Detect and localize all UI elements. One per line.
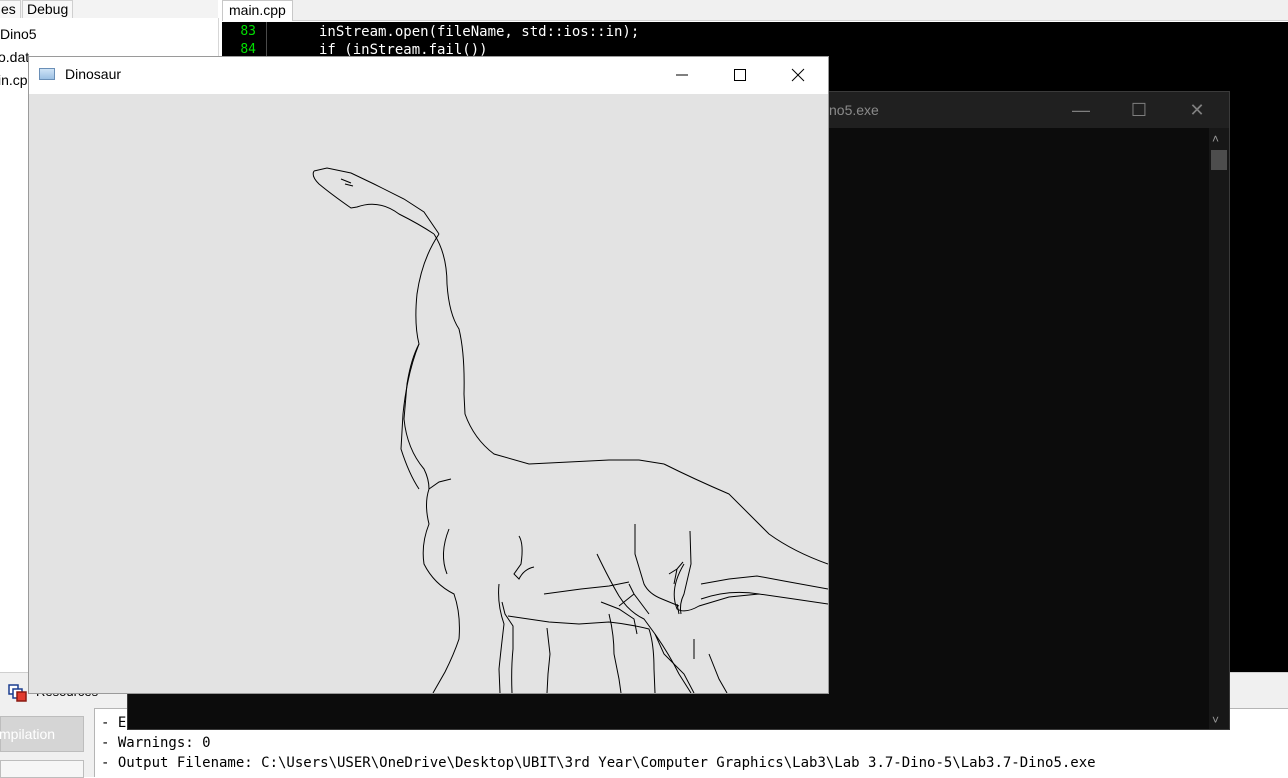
log-line: - Warnings: 0 (101, 735, 211, 751)
scrollbar-thumb[interactable] (1211, 150, 1227, 170)
dino-leg-4 (608, 613, 622, 693)
secondary-panel-button[interactable] (0, 760, 84, 778)
minimize-icon[interactable] (653, 57, 711, 94)
dino-tail-top (700, 591, 760, 600)
console-title: no5.exe (829, 102, 879, 118)
dinosaur-titlebar[interactable]: Dinosaur (29, 57, 828, 94)
tree-item-project[interactable]: Dino5 (0, 26, 37, 42)
scroll-up-icon[interactable]: ˄ (1212, 132, 1219, 146)
resources-icon (8, 684, 27, 702)
dino-neck-back (403, 233, 440, 490)
scroll-down-icon[interactable]: ˅ (1212, 713, 1219, 727)
compilation-button-label: mpilation (0, 726, 56, 742)
line-number: 84 (240, 42, 256, 57)
drawing-canvas (29, 94, 828, 693)
dinosaur-window[interactable]: Dinosaur (28, 56, 829, 694)
tree-item-dat-file[interactable]: o.dat (0, 49, 29, 65)
console-maximize-icon[interactable]: ☐ (1110, 92, 1168, 128)
tab-main-cpp[interactable]: main.cpp (222, 0, 293, 21)
ide-side-tab-debug[interactable]: Debug (22, 0, 74, 18)
window-title: Dinosaur (65, 66, 122, 82)
dino-head-top (313, 167, 440, 235)
log-line: - E (101, 715, 127, 731)
app-window-icon (39, 68, 55, 80)
editor-tabbar: main.cpp (222, 0, 1288, 21)
console-close-icon[interactable]: ✕ (1168, 92, 1226, 128)
ide-side-tab-files[interactable]: es (0, 0, 21, 18)
dino-hind-leg-2 (700, 575, 828, 590)
tree-item-main-cpp[interactable]: in.cp (0, 72, 28, 88)
console-scrollbar[interactable]: ˄ ˅ (1209, 128, 1229, 729)
dino-body-fold-4 (618, 583, 650, 615)
dino-front-leg-d (501, 601, 514, 693)
dino-front-leg-c (513, 535, 535, 580)
line-number: 83 (240, 24, 256, 39)
compilation-button[interactable]: mpilation (0, 716, 84, 752)
dino-front-leg-a (443, 528, 450, 575)
close-icon[interactable] (769, 57, 827, 94)
dino-neck-inner (400, 343, 420, 490)
dino-front-leg-e (546, 627, 551, 693)
dino-leg-7 (708, 653, 728, 693)
code-line: inStream.open(fileName, std::ios::in); (319, 24, 640, 40)
dino-neck-front (433, 233, 665, 465)
dino-head (312, 170, 435, 235)
dino-hind-leg (673, 563, 828, 612)
ide-side-tabs: es Debug (0, 0, 218, 19)
dino-back (663, 463, 828, 565)
dino-eye (340, 178, 354, 187)
log-line: - Output Filename: C:\Users\USER\OneDriv… (101, 755, 1096, 771)
dino-chest (422, 478, 460, 693)
console-minimize-icon[interactable]: — (1052, 92, 1110, 128)
maximize-icon[interactable] (711, 57, 769, 94)
dino-leg-5 (600, 601, 638, 635)
dino-leg-3 (507, 615, 656, 693)
dino-front-leg-b (498, 583, 505, 693)
dino-body-fold-2 (634, 524, 680, 607)
